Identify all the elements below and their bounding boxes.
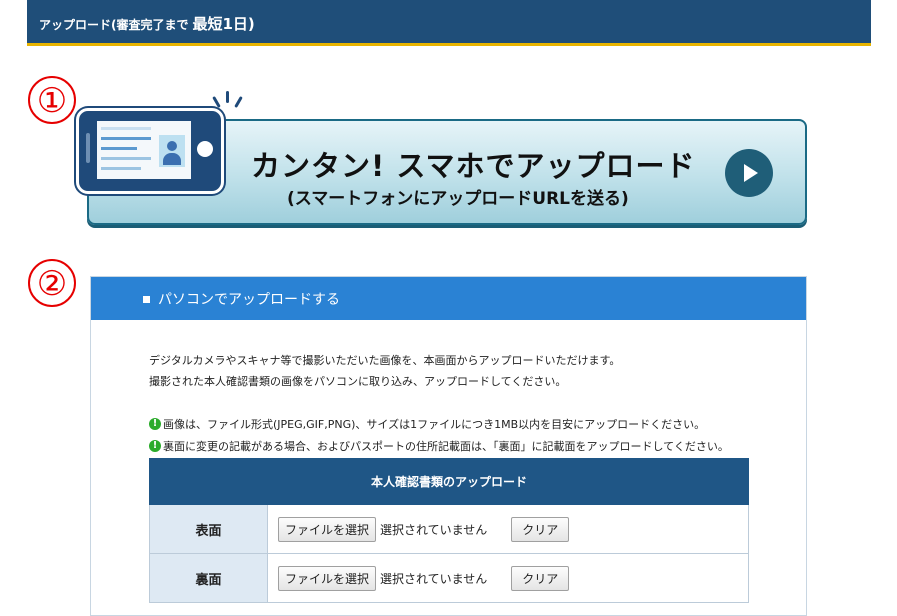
table-row: 表面 ファイルを選択 選択されていません クリア: [149, 504, 749, 554]
page-header: アップロード(審査完了まで 最短1日): [27, 0, 871, 46]
check-icon: !: [149, 440, 161, 452]
spark-icon: [212, 96, 221, 108]
note-text: 裏面に変更の記載がある場合、およびパスポートの住所記載面は、「裏面」に記載面をア…: [163, 440, 729, 453]
table-row: 裏面 ファイルを選択 選択されていません クリア: [149, 553, 749, 603]
panel-header: パソコンでアップロードする: [91, 277, 806, 320]
front-clear-button[interactable]: クリア: [511, 516, 570, 542]
phone-home-button: [197, 141, 213, 157]
phone-speaker: [86, 133, 90, 163]
check-icon: !: [149, 418, 161, 430]
smartphone-icon: [76, 108, 224, 194]
header-title: アップロード(審査完了まで 最短1日): [39, 13, 255, 34]
front-side-label: 表面: [149, 504, 268, 554]
description-line-1: デジタルカメラやスキャナ等で撮影いただいた画像を、本画面からアップロードいただけ…: [149, 354, 621, 367]
panel-title-text: パソコンでアップロードする: [158, 292, 340, 308]
front-file-status: 選択されていません: [380, 522, 488, 537]
back-file-status: 選択されていません: [380, 571, 488, 586]
header-title-text: アップロード(審査完了まで: [39, 18, 189, 32]
note-back-side: ! 裏面に変更の記載がある場合、およびパスポートの住所記載面は、「裏面」に記載面を…: [149, 438, 729, 454]
play-circle-icon[interactable]: [725, 149, 773, 197]
note-file-format: ! 画像は、ファイル形式(JPEG,GIF,PNG)、サイズは1ファイルにつき1M…: [149, 416, 705, 432]
step-number-1: ①: [28, 76, 76, 124]
table-caption: 本人確認書類のアップロード: [149, 458, 749, 505]
back-side-field: ファイルを選択 選択されていません クリア: [267, 553, 749, 603]
id-photo: [159, 135, 185, 167]
square-bullet-icon: [143, 295, 150, 303]
header-title-emphasis: 最短1日): [192, 15, 255, 33]
step-number-2: ②: [28, 259, 76, 307]
spark-icon: [226, 91, 229, 103]
banner-subtitle: (スマートフォンにアップロードURLを送る): [287, 189, 629, 209]
banner-title: カンタン! スマホでアップロード: [251, 149, 696, 183]
id-card-icon: [97, 121, 191, 179]
back-clear-button[interactable]: クリア: [511, 565, 570, 591]
description-line-2: 撮影された本人確認書類の画像をパソコンに取り込み、アップロードしてください。: [149, 375, 567, 388]
upload-table: 本人確認書類のアップロード 表面 ファイルを選択 選択されていません クリア 裏面 …: [149, 458, 749, 603]
back-side-label: 裏面: [149, 553, 268, 603]
note-text: 画像は、ファイル形式(JPEG,GIF,PNG)、サイズは1ファイルにつき1MB…: [163, 418, 706, 431]
panel-title: パソコンでアップロードする: [143, 289, 340, 309]
back-file-select-button[interactable]: ファイルを選択: [278, 565, 377, 591]
front-side-field: ファイルを選択 選択されていません クリア: [267, 504, 749, 554]
front-file-select-button[interactable]: ファイルを選択: [278, 516, 377, 542]
spark-icon: [234, 96, 243, 108]
